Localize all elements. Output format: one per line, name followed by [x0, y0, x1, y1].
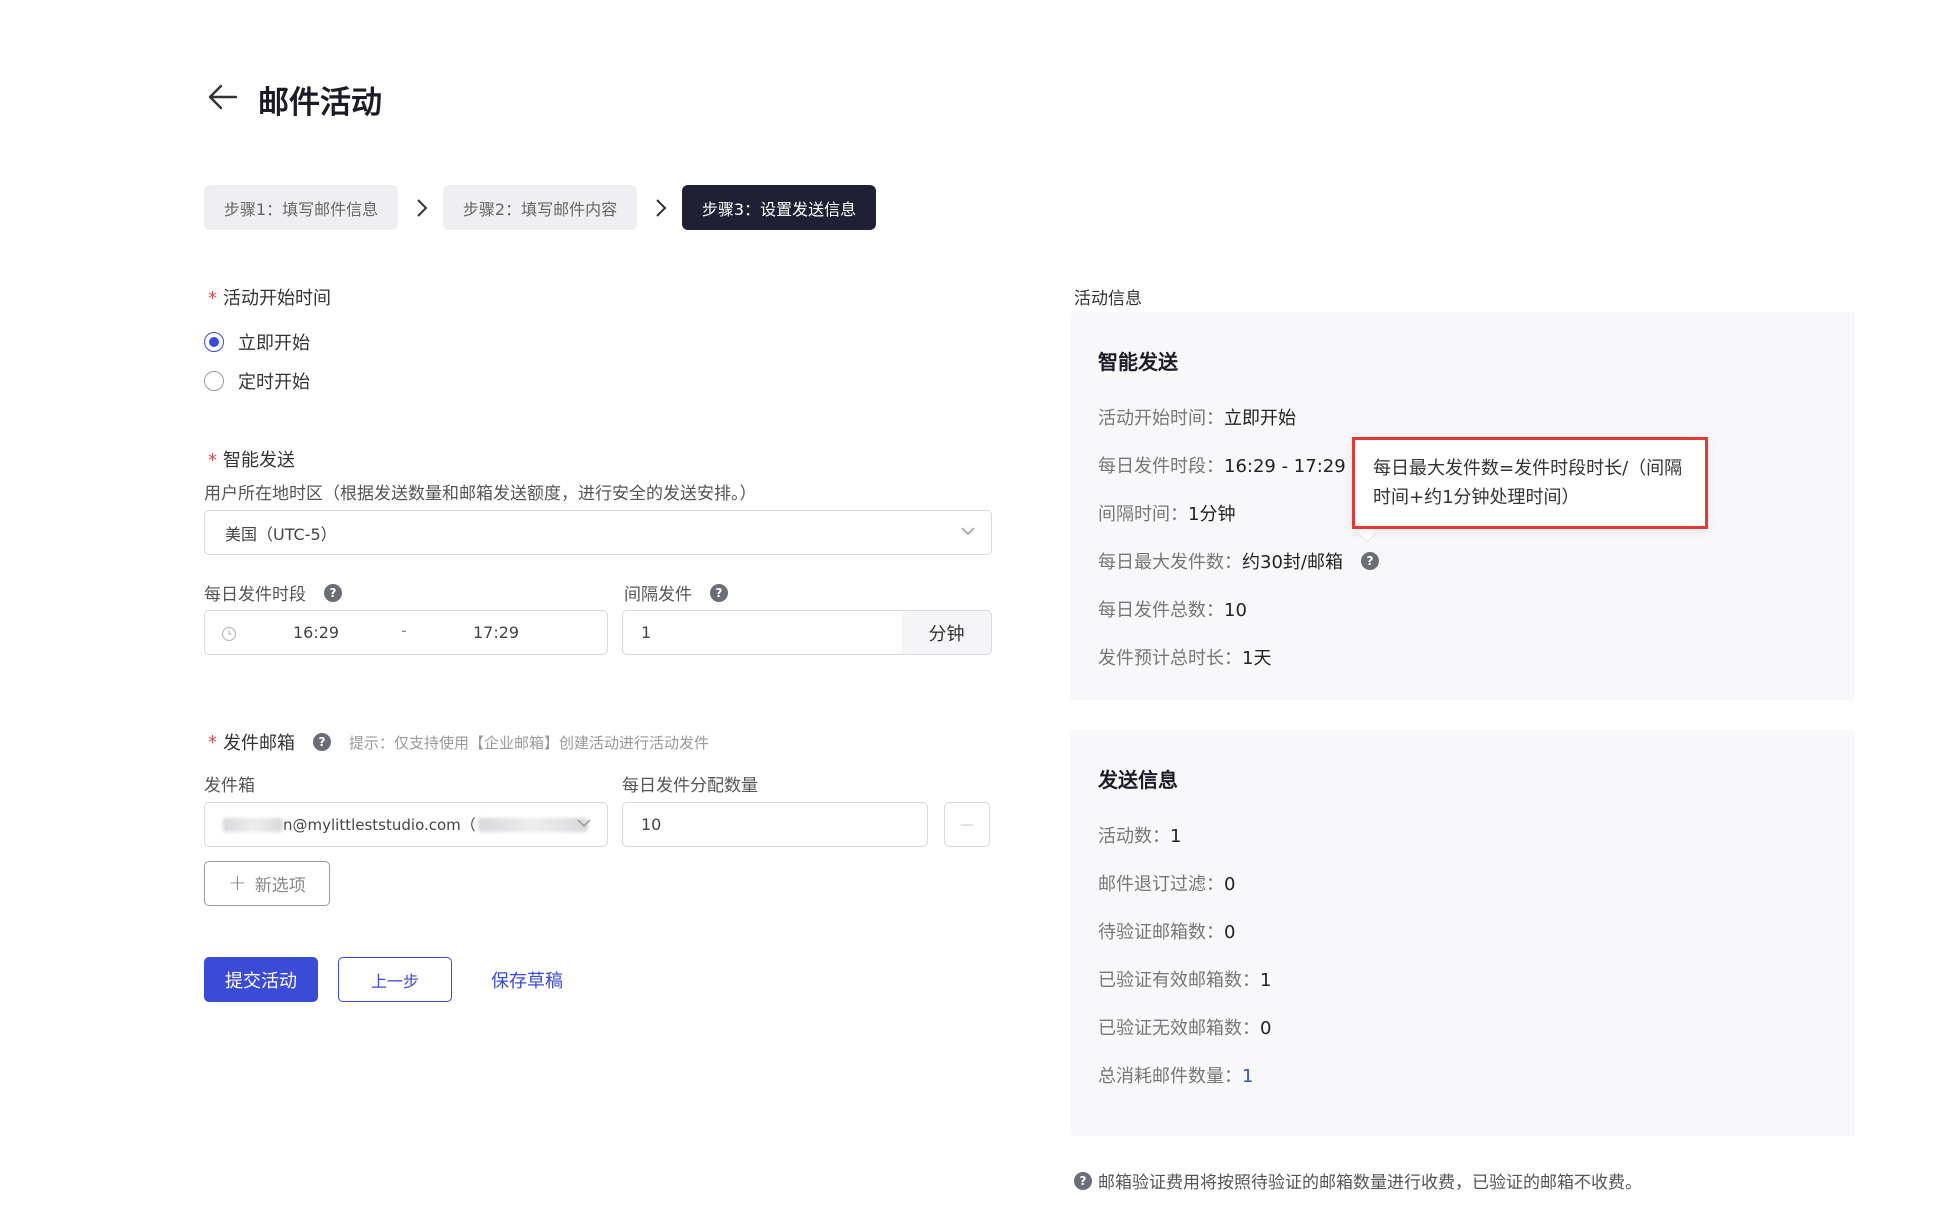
info-row: 每日最大发件数： 约30封/邮箱? — [1098, 548, 1379, 574]
sender-hint: 提示：仅支持使用【企业邮箱】创建活动进行活动发件 — [349, 733, 710, 752]
info-row: 已验证有效邮箱数：1 — [1098, 970, 1272, 991]
info-row: 发件预计总时长：1天 — [1098, 648, 1272, 669]
info-row: 活动数：1 — [1098, 826, 1182, 847]
send-info-panel-title: 发送信息 — [1098, 768, 1178, 792]
smart-send-panel-title: 智能发送 — [1098, 350, 1178, 374]
step-1[interactable]: 步骤1：填写邮件信息 — [204, 185, 398, 230]
help-icon[interactable]: ? — [1360, 552, 1379, 570]
required-mark: * — [208, 288, 217, 309]
chevron-right-icon — [656, 199, 667, 217]
step-3[interactable]: 步骤3：设置发送信息 — [682, 185, 876, 230]
submit-button[interactable]: 提交活动 — [204, 957, 318, 1002]
required-mark: * — [208, 450, 217, 471]
page-title: 邮件活动 — [258, 85, 382, 121]
timezone-description: 用户所在地时区（根据发送数量和邮箱发送额度，进行安全的发送安排。） — [204, 484, 757, 504]
help-icon[interactable]: ? — [313, 733, 331, 751]
outbox-value: n@mylittleststudio.com（ — [283, 816, 476, 834]
radio-start-now[interactable]: 立即开始 — [204, 329, 310, 355]
prev-step-button[interactable]: 上一步 — [338, 957, 452, 1002]
save-draft-link[interactable]: 保存草稿 — [491, 967, 563, 993]
help-icon[interactable]: ? — [710, 583, 728, 602]
verification-footnote: ? 邮箱验证费用将按照待验证的邮箱数量进行收费，已验证的邮箱不收费。 — [1074, 1168, 1642, 1193]
smart-send-label: * 智能发送 — [208, 450, 295, 471]
radio-checked-icon[interactable] — [204, 332, 224, 352]
max-send-tooltip: 每日最大发件数=发件时段时长/（间隔时间+约1分钟处理时间） — [1352, 437, 1708, 529]
info-row: 已验证无效邮箱数：0 — [1098, 1018, 1272, 1039]
chevron-right-icon — [417, 199, 428, 217]
interval-unit: 分钟 — [902, 610, 992, 655]
send-info-panel: 发送信息 活动数：1 邮件退订过滤：0 待验证邮箱数：0 已验证有效邮箱数：1 … — [1070, 730, 1855, 1136]
plus-icon: + — [228, 871, 247, 896]
back-arrow-icon[interactable] — [206, 80, 240, 114]
step-2[interactable]: 步骤2：填写邮件内容 — [443, 185, 637, 230]
help-icon[interactable]: ? — [1074, 1171, 1092, 1190]
info-row: 活动开始时间：立即开始 — [1098, 408, 1296, 429]
time-range-picker[interactable]: 16:29 - 17:29 — [204, 610, 608, 655]
quota-input[interactable]: 10 — [622, 802, 928, 847]
info-row: 间隔时间：1分钟 — [1098, 504, 1236, 525]
time-end[interactable]: 17:29 — [473, 623, 519, 642]
chevron-down-icon — [577, 819, 591, 828]
start-time-label: * 活动开始时间 — [208, 288, 331, 309]
info-row: 邮件退订过滤：0 — [1098, 874, 1236, 895]
sender-label: * 发件邮箱 ? 提示：仅支持使用【企业邮箱】创建活动进行活动发件 — [208, 731, 710, 755]
outbox-select[interactable]: n@mylittleststudio.com（ — [204, 802, 608, 847]
interval-input[interactable]: 1 — [622, 610, 904, 655]
required-mark: * — [208, 731, 217, 753]
chevron-down-icon — [961, 527, 975, 536]
outbox-label: 发件箱 — [204, 776, 255, 796]
info-row: 待验证邮箱数：0 — [1098, 922, 1236, 943]
info-row: 每日发件总数：10 — [1098, 600, 1247, 621]
remove-row-button[interactable]: — — [944, 802, 990, 847]
activity-info-label: 活动信息 — [1074, 289, 1142, 309]
redacted-text — [223, 817, 283, 832]
daily-period-label: 每日发件时段 ? — [204, 580, 342, 605]
help-icon[interactable]: ? — [324, 583, 342, 602]
time-separator: - — [401, 621, 407, 640]
radio-unchecked-icon[interactable] — [204, 371, 224, 391]
info-row: 每日发件时段：16:29 - 17:29 — [1098, 456, 1346, 477]
timezone-select[interactable]: 美国（UTC-5） — [204, 510, 992, 555]
redacted-text — [477, 817, 588, 832]
interval-label: 间隔发件 ? — [624, 580, 728, 605]
info-row: 总消耗邮件数量：1 — [1098, 1066, 1254, 1087]
radio-start-scheduled[interactable]: 定时开始 — [204, 368, 310, 394]
quota-label: 每日发件分配数量 — [622, 776, 758, 796]
clock-icon — [221, 626, 237, 642]
time-start[interactable]: 16:29 — [293, 623, 339, 642]
timezone-value: 美国（UTC-5） — [225, 524, 337, 544]
add-option-button[interactable]: + 新选项 — [204, 861, 330, 906]
